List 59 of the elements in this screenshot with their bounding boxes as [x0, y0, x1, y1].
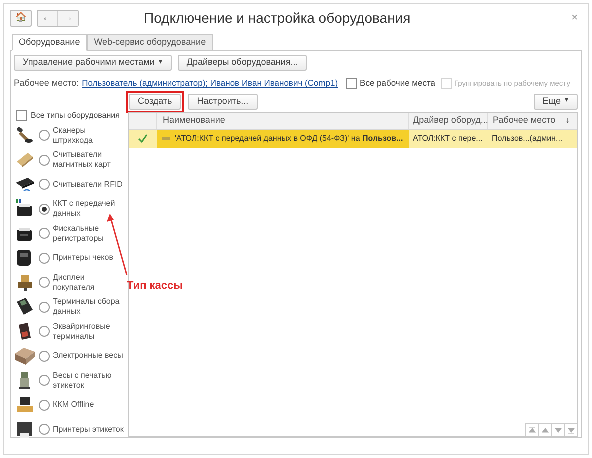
drivers-button[interactable]: Драйверы оборудования...	[178, 55, 308, 71]
equipment-type-label[interactable]: Сканеры штрихкода	[53, 126, 125, 146]
scroll-button[interactable]	[564, 423, 577, 436]
radio-button[interactable]	[39, 252, 50, 264]
checkbox-label: Все рабочие места	[360, 77, 436, 90]
equipment-type-label[interactable]: Считыватели магнитных карт	[53, 150, 125, 170]
equipment-type-label[interactable]: ККТ с передачей данных	[53, 199, 125, 220]
equipment-type-label[interactable]: Эквайринговые терминалы	[53, 322, 125, 342]
radio-button[interactable]	[39, 424, 50, 436]
device-icon	[14, 345, 36, 368]
column-header[interactable]: Рабочее место ↓	[488, 112, 577, 128]
workplace-link[interactable]: Пользователь (администратор); Иванов Иван Иванович (Comp1)	[82, 77, 338, 90]
checkbox[interactable]	[16, 110, 27, 121]
tab[interactable]: Оборудование	[12, 34, 88, 51]
checkbox[interactable]	[346, 78, 358, 90]
up-arrow-icon	[542, 426, 548, 434]
column-header[interactable]: Драйвер оборуд...	[409, 112, 488, 128]
scroll-button[interactable]	[538, 423, 551, 436]
column-header[interactable]: Наименование	[157, 112, 409, 128]
radio-button[interactable]	[39, 277, 50, 288]
equipment-type-label[interactable]: Принтеры этикеток	[53, 424, 125, 435]
radio-button[interactable]	[39, 204, 50, 215]
home-button[interactable]: 🏠	[10, 10, 32, 26]
top-arrow-icon	[528, 426, 536, 434]
sort-arrow: ↓	[566, 114, 570, 127]
radio-button[interactable]	[39, 375, 50, 386]
bottom-arrow-icon	[568, 426, 574, 434]
equipment-type-label[interactable]: Весы с печатью этикеток	[53, 370, 125, 391]
equipment-type-label[interactable]: Дисплеи покупателя	[53, 272, 125, 293]
checkbox-label: Все типы оборудования	[31, 110, 120, 122]
scroll-button[interactable]	[525, 423, 538, 436]
equipment-type-label[interactable]: Электронные весы	[53, 351, 125, 362]
tab[interactable]: Web-сервис оборудование	[87, 34, 214, 51]
radio-button[interactable]	[39, 302, 50, 313]
back-button[interactable]: ←	[38, 10, 58, 26]
radio-button[interactable]	[39, 326, 50, 338]
table-cell-text: АТОЛ:ККТ с пере...	[412, 132, 484, 145]
workplace-label: Рабочее место:	[14, 77, 80, 90]
radio-button[interactable]	[39, 228, 50, 240]
radio-button[interactable]	[39, 154, 50, 166]
create-button[interactable]: Создать	[129, 94, 182, 110]
radio-button[interactable]	[39, 130, 50, 142]
radio-button[interactable]	[39, 350, 50, 362]
configure-button[interactable]: Настроить...	[188, 94, 258, 110]
equipment-type-label[interactable]: Фискальные регистраторы	[53, 224, 125, 244]
window-title: Подключение и настройка оборудования	[144, 8, 411, 28]
table-cell-text: Пользов...(админ...	[491, 132, 564, 145]
minus-icon	[162, 137, 170, 140]
radio-button[interactable]	[39, 179, 50, 190]
table-cell: 'АТОЛ:ККТ с передачей данных в ОФД (54-ФЗ)' на Пользов...	[157, 130, 409, 148]
radio-button[interactable]	[39, 400, 50, 411]
equipment-type-label[interactable]: Принтеры чеков	[53, 253, 125, 264]
table-row[interactable]: 'АТОЛ:ККТ с передачей данных в ОФД (54-ФЗ)' на Пользов... АТОЛ:ККТ с пере... Пользов...(админ...	[129, 130, 577, 148]
scroll-button[interactable]	[551, 423, 564, 436]
equipment-type-label[interactable]: Терминалы сбора данных	[53, 297, 125, 318]
equipment-type-label[interactable]: ККМ Offline	[53, 400, 125, 410]
equipment-type-label[interactable]: Считыватели RFID	[53, 180, 125, 190]
annotation-label: Тип кассы	[127, 279, 184, 294]
down-arrow-icon	[554, 426, 562, 434]
